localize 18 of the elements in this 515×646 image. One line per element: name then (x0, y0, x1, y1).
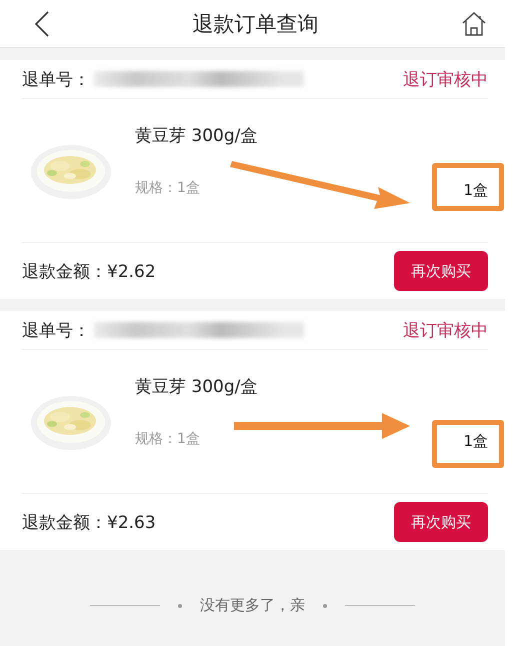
product-name: 黄豆芽 300g/盒 (135, 376, 258, 398)
product-spec: 规格：1盒 (135, 430, 201, 448)
order-status: 退订审核中 (403, 68, 488, 90)
page-title: 退款订单查询 (192, 10, 318, 38)
order-number-label: 退单号： (22, 68, 90, 90)
buy-again-button[interactable]: 再次购买 (394, 502, 488, 542)
home-icon[interactable] (461, 10, 487, 36)
order-number-label: 退单号： (22, 320, 90, 342)
quantity: 1盒 (462, 180, 488, 201)
quantity: 1盒 (462, 431, 488, 452)
list-end-text: 没有更多了，亲 (200, 596, 305, 615)
order-status: 退订审核中 (403, 320, 488, 342)
buy-again-button[interactable]: 再次购买 (394, 251, 488, 291)
refund-amount: 退款金额：¥2.63 (22, 512, 156, 534)
back-icon[interactable] (34, 10, 50, 38)
product-spec: 规格：1盒 (135, 179, 201, 197)
refund-amount: 退款金额：¥2.62 (22, 260, 156, 282)
product-name: 黄豆芽 300g/盒 (135, 125, 258, 147)
